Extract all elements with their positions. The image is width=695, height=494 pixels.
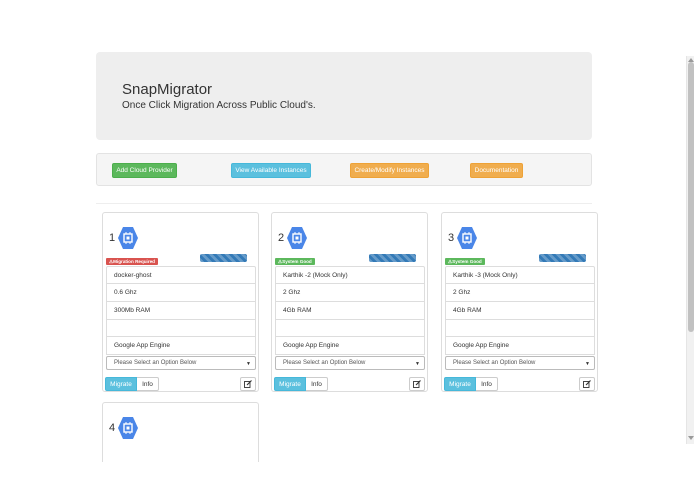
instance-provider: Google App Engine	[275, 337, 425, 355]
migration-target-select[interactable]: Please Select an Option Below ▼	[106, 356, 256, 370]
caret-down-icon: ▼	[246, 361, 251, 367]
edit-icon	[583, 380, 591, 388]
instance-cpu: 2 Ghz	[275, 284, 425, 302]
edit-icon	[244, 380, 252, 388]
card-number: 3	[448, 232, 455, 244]
instance-provider: Google App Engine	[445, 337, 595, 355]
instance-card-4: 4	[102, 402, 259, 462]
scrollbar-thumb[interactable]	[688, 62, 694, 332]
instance-extra	[106, 320, 256, 337]
documentation-button[interactable]: Documentation	[470, 163, 523, 178]
edit-button[interactable]	[579, 377, 595, 391]
card-number: 4	[109, 422, 116, 434]
add-cloud-provider-button[interactable]: Add Cloud Provider	[112, 163, 177, 178]
instance-ram: 4Gb RAM	[275, 302, 425, 320]
instance-extra	[445, 320, 595, 337]
instance-card-3: 3 ⚠ System Good Karthik -3 (Mock Only) 2 …	[441, 212, 598, 392]
edit-button[interactable]	[240, 377, 256, 391]
progress-bar	[369, 254, 416, 262]
vertical-scrollbar[interactable]	[686, 56, 694, 444]
migrate-button[interactable]: Migrate	[274, 377, 306, 391]
edit-icon	[413, 380, 421, 388]
card-number: 2	[278, 232, 285, 244]
compute-engine-icon	[118, 227, 138, 249]
progress-bar	[200, 254, 247, 262]
instance-name: Karthik -2 (Mock Only)	[275, 266, 425, 284]
instance-details-list: Karthik -2 (Mock Only) 2 Ghz 4Gb RAM Goo…	[275, 266, 425, 355]
caret-down-icon: ▼	[415, 361, 420, 367]
instance-cpu: 0.6 Ghz	[106, 284, 256, 302]
instance-name: Karthik -3 (Mock Only)	[445, 266, 595, 284]
status-badge: ⚠ System Good	[445, 258, 485, 265]
page-tagline: Once Click Migration Across Public Cloud…	[122, 100, 316, 111]
instance-card-2: 2 ⚠ System Good Karthik -2 (Mock Only) 2 …	[271, 212, 428, 392]
migration-target-select[interactable]: Please Select an Option Below ▼	[445, 356, 595, 370]
create-modify-instances-button[interactable]: Create/Modify Instances	[350, 163, 429, 178]
header-jumbotron: SnapMigrator Once Click Migration Across…	[96, 52, 592, 140]
card-number: 1	[109, 232, 116, 244]
instance-ram: 300Mb RAM	[106, 302, 256, 320]
scroll-down-arrow-icon[interactable]	[688, 436, 694, 440]
page-title: SnapMigrator	[122, 81, 213, 98]
instance-card-1: 1 ⚠ Migration Required docker-ghost 0.6 G…	[102, 212, 259, 392]
info-button[interactable]: Info	[306, 377, 328, 391]
caret-down-icon: ▼	[585, 361, 590, 367]
instance-details-list: Karthik -3 (Mock Only) 2 Ghz 4Gb RAM Goo…	[445, 266, 595, 355]
migrate-button[interactable]: Migrate	[444, 377, 476, 391]
instance-extra	[275, 320, 425, 337]
edit-button[interactable]	[409, 377, 425, 391]
info-button[interactable]: Info	[137, 377, 159, 391]
migrate-button[interactable]: Migrate	[105, 377, 137, 391]
view-available-instances-button[interactable]: View Available Instances	[231, 163, 311, 178]
info-button[interactable]: Info	[476, 377, 498, 391]
instance-details-list: docker-ghost 0.6 Ghz 300Mb RAM Google Ap…	[106, 266, 256, 355]
status-badge: ⚠ System Good	[275, 258, 315, 265]
migration-target-select[interactable]: Please Select an Option Below ▼	[275, 356, 425, 370]
instance-name: docker-ghost	[106, 266, 256, 284]
progress-bar	[539, 254, 586, 262]
compute-engine-icon	[118, 417, 138, 439]
divider	[96, 203, 592, 204]
compute-engine-icon	[287, 227, 307, 249]
status-badge: ⚠ Migration Required	[106, 258, 158, 265]
action-toolbar: Add Cloud Provider View Available Instan…	[96, 153, 592, 186]
scroll-up-arrow-icon[interactable]	[688, 58, 694, 62]
instance-cpu: 2 Ghz	[445, 284, 595, 302]
compute-engine-icon	[457, 227, 477, 249]
instance-provider: Google App Engine	[106, 337, 256, 355]
instance-ram: 4Gb RAM	[445, 302, 595, 320]
